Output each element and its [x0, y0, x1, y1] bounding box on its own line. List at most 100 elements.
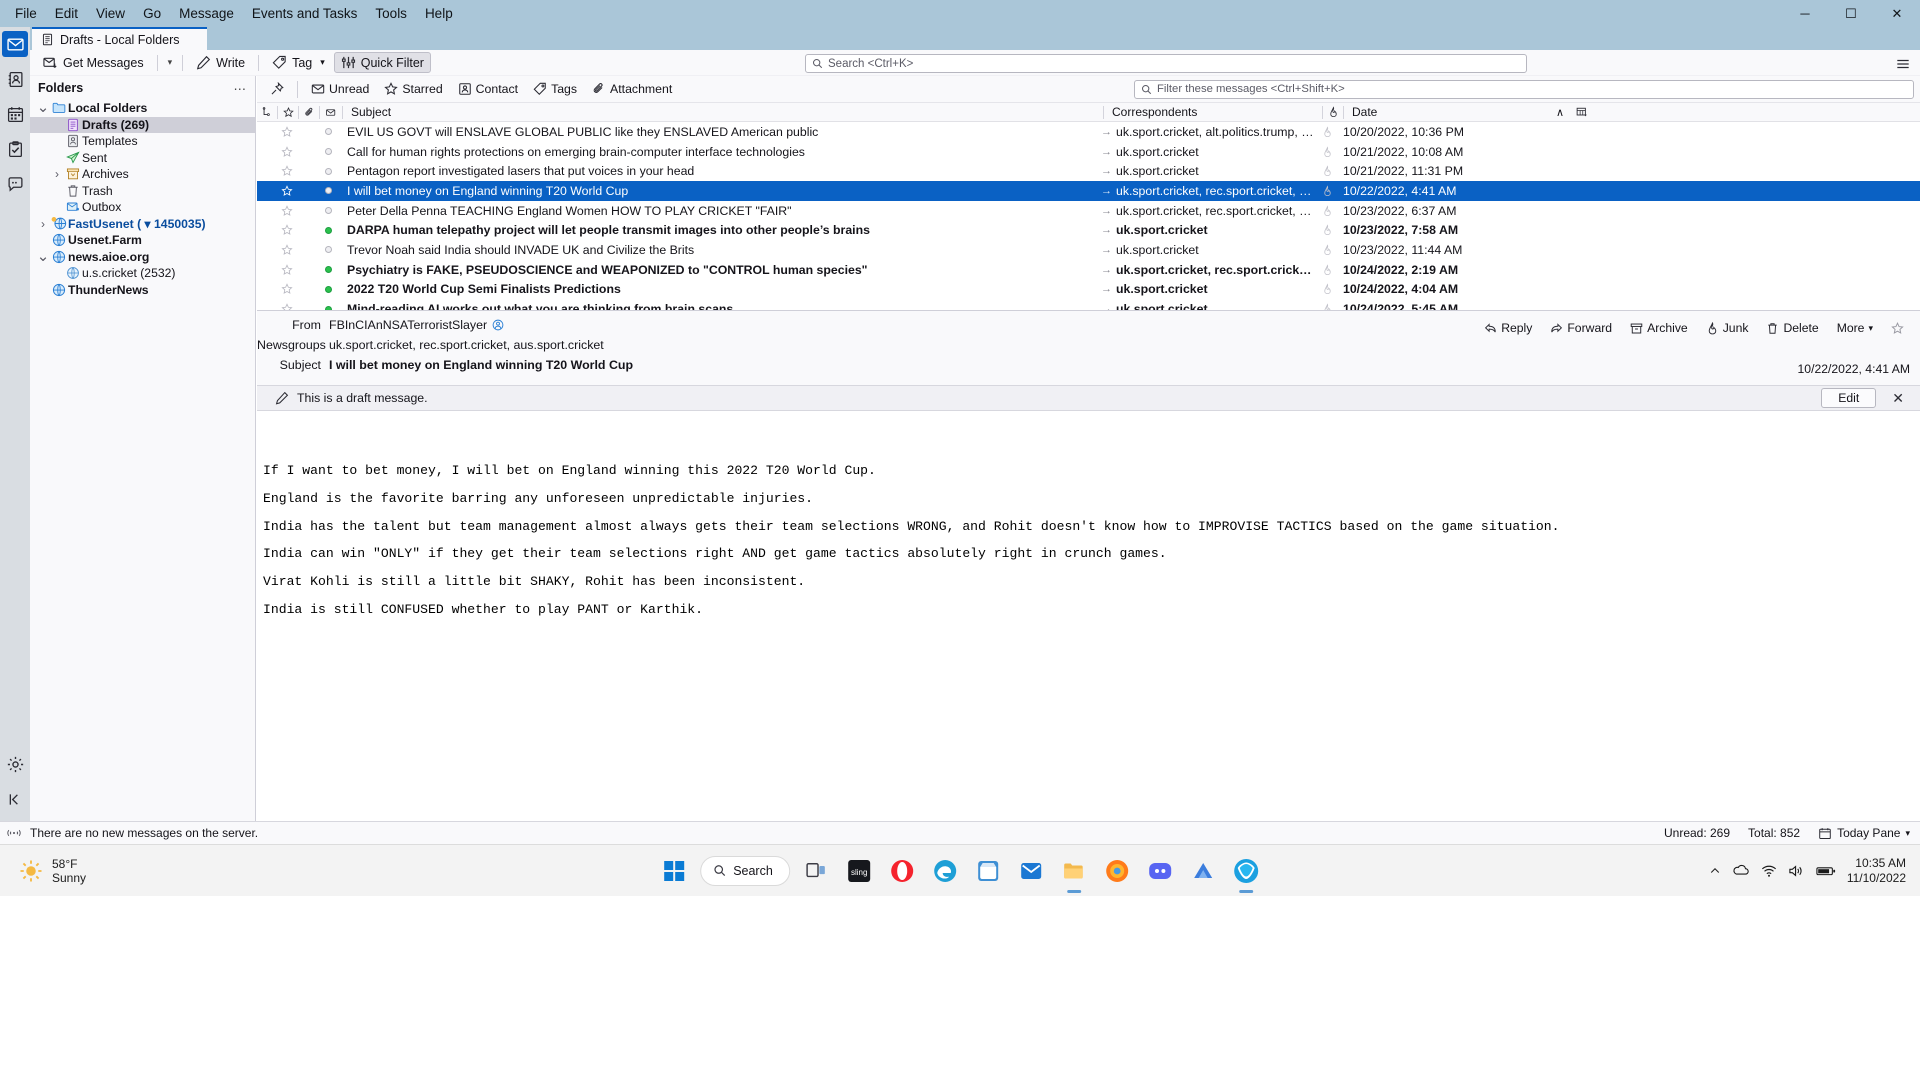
- quick-filter-tags-button[interactable]: Tags: [526, 79, 584, 99]
- twisty-collapsed-icon[interactable]: ›: [50, 168, 64, 180]
- start-button[interactable]: [657, 854, 691, 888]
- column-unread-button[interactable]: [320, 103, 342, 122]
- archive-button[interactable]: Archive: [1622, 317, 1696, 339]
- forward-button[interactable]: Forward: [1542, 317, 1620, 339]
- folder-item-templates[interactable]: Templates: [30, 133, 255, 150]
- spaces-chat-button[interactable]: [2, 171, 28, 197]
- message-junk-toggle[interactable]: [1317, 161, 1337, 181]
- tray-onedrive-icon[interactable]: [1732, 864, 1750, 877]
- menu-file[interactable]: File: [6, 3, 46, 24]
- column-star-button[interactable]: [278, 103, 298, 122]
- quick-filter-attachment-button[interactable]: Attachment: [585, 79, 679, 99]
- tray-volume-icon[interactable]: [1788, 864, 1805, 878]
- quick-filter-button[interactable]: Quick Filter: [333, 52, 431, 73]
- message-row[interactable]: EVIL US GOVT will ENSLAVE GLOBAL PUBLIC …: [257, 122, 1920, 142]
- message-junk-toggle[interactable]: [1317, 280, 1337, 300]
- message-read-toggle[interactable]: [317, 142, 339, 162]
- message-read-toggle[interactable]: [317, 280, 339, 300]
- folder-item-u-s-cricket-2532[interactable]: u.s.cricket (2532): [30, 265, 255, 282]
- spaces-tasks-button[interactable]: [2, 136, 28, 162]
- folder-item-thundernews[interactable]: ThunderNews: [30, 282, 255, 299]
- tray-expand-button[interactable]: [1709, 865, 1721, 877]
- folder-item-archives[interactable]: › Archives: [30, 166, 255, 183]
- message-read-toggle[interactable]: [317, 161, 339, 181]
- quick-filter-unread-button[interactable]: Unread: [304, 79, 376, 99]
- message-star-toggle[interactable]: [277, 181, 297, 201]
- junk-button[interactable]: Junk: [1698, 317, 1757, 339]
- menu-tools[interactable]: Tools: [366, 3, 416, 24]
- maximize-button[interactable]: ☐: [1828, 0, 1874, 27]
- message-star-toggle[interactable]: [277, 280, 297, 300]
- app-menu-button[interactable]: [1892, 54, 1914, 73]
- tab-drafts-local-folders[interactable]: Drafts - Local Folders: [32, 27, 207, 50]
- message-star-toggle[interactable]: [277, 201, 297, 221]
- column-correspondents-header[interactable]: Correspondents: [1104, 103, 1322, 122]
- message-row[interactable]: Call for human rights protections on eme…: [257, 142, 1920, 162]
- message-read-toggle[interactable]: [317, 220, 339, 240]
- folder-item-outbox[interactable]: Outbox: [30, 199, 255, 216]
- column-picker-button[interactable]: [1576, 106, 1588, 118]
- taskbar-clock[interactable]: 10:35 AM 11/10/2022: [1847, 856, 1906, 886]
- delete-button[interactable]: Delete: [1758, 317, 1826, 339]
- global-search-input[interactable]: Search <Ctrl+K>: [805, 54, 1527, 73]
- taskbar-thunderbird-button[interactable]: [1229, 854, 1263, 888]
- menu-go[interactable]: Go: [134, 3, 170, 24]
- spaces-collapse-button[interactable]: [2, 786, 28, 812]
- add-contact-icon[interactable]: [492, 319, 504, 331]
- taskbar-store-button[interactable]: [971, 854, 1005, 888]
- column-date-header[interactable]: Date ∧: [1344, 103, 1594, 122]
- message-read-toggle[interactable]: [317, 260, 339, 280]
- column-junk-button[interactable]: [1323, 103, 1343, 122]
- message-star-toggle[interactable]: [277, 122, 297, 142]
- message-row[interactable]: DARPA human telepathy project will let p…: [257, 220, 1920, 240]
- folder-item-fastusenet-1450035[interactable]: › FastUsenet ( ▾ 1450035): [30, 216, 255, 233]
- message-star-toggle[interactable]: [277, 161, 297, 181]
- folder-item-sent[interactable]: Sent: [30, 150, 255, 167]
- get-messages-dropdown[interactable]: ▾: [164, 54, 177, 71]
- twisty-collapsed-icon[interactable]: ›: [36, 218, 50, 230]
- spaces-addressbook-button[interactable]: [2, 66, 28, 92]
- menu-message[interactable]: Message: [170, 3, 243, 24]
- message-read-toggle[interactable]: [317, 201, 339, 221]
- tray-network-icon[interactable]: [1761, 864, 1777, 878]
- message-read-toggle[interactable]: [317, 122, 339, 142]
- spaces-calendar-button[interactable]: [2, 101, 28, 127]
- message-row[interactable]: Peter Della Penna TEACHING England Women…: [257, 201, 1920, 221]
- folder-item-trash[interactable]: Trash: [30, 183, 255, 200]
- quick-filter-starred-button[interactable]: Starred: [377, 79, 449, 99]
- taskview-button[interactable]: [799, 854, 833, 888]
- column-attachment-button[interactable]: [299, 103, 319, 122]
- taskbar-discord-button[interactable]: [1143, 854, 1177, 888]
- message-star-toggle[interactable]: [277, 240, 297, 260]
- spaces-mail-button[interactable]: [2, 31, 28, 57]
- folder-item-local-folders[interactable]: ⌄ Local Folders: [30, 100, 255, 117]
- message-junk-toggle[interactable]: [1317, 181, 1337, 201]
- taskbar-firefox-button[interactable]: [1100, 854, 1134, 888]
- message-junk-toggle[interactable]: [1317, 201, 1337, 221]
- spaces-settings-button[interactable]: [2, 751, 28, 777]
- message-row[interactable]: Trevor Noah said India should INVADE UK …: [257, 240, 1920, 260]
- message-read-toggle[interactable]: [317, 181, 339, 201]
- message-star-toggle[interactable]: [277, 260, 297, 280]
- tag-button[interactable]: Tag ▾: [265, 52, 332, 73]
- taskbar-mail-button[interactable]: [1014, 854, 1048, 888]
- twisty-expanded-icon[interactable]: ⌄: [36, 249, 50, 264]
- message-row[interactable]: I will bet money on England winning T20 …: [257, 181, 1920, 201]
- message-star-toggle[interactable]: [277, 142, 297, 162]
- folder-item-drafts-269[interactable]: Drafts (269): [30, 116, 255, 133]
- reply-button[interactable]: Reply: [1476, 317, 1540, 339]
- quick-filter-pin-button[interactable]: [263, 79, 291, 99]
- message-junk-toggle[interactable]: [1317, 260, 1337, 280]
- menu-edit[interactable]: Edit: [46, 3, 87, 24]
- get-messages-button[interactable]: Get Messages: [36, 52, 151, 73]
- menu-events-and-tasks[interactable]: Events and Tasks: [243, 3, 367, 24]
- today-pane-button[interactable]: Today Pane ▾: [1818, 826, 1910, 840]
- taskbar-explorer-button[interactable]: [1057, 854, 1091, 888]
- more-button[interactable]: More ▾: [1829, 317, 1881, 339]
- folder-item-usenet-farm[interactable]: Usenet.Farm: [30, 232, 255, 249]
- message-row[interactable]: Pentagon report investigated lasers that…: [257, 161, 1920, 181]
- message-junk-toggle[interactable]: [1317, 142, 1337, 162]
- tag-chevron-down-icon[interactable]: ▾: [320, 57, 325, 68]
- menu-view[interactable]: View: [87, 3, 134, 24]
- column-subject-header[interactable]: Subject: [343, 103, 1103, 122]
